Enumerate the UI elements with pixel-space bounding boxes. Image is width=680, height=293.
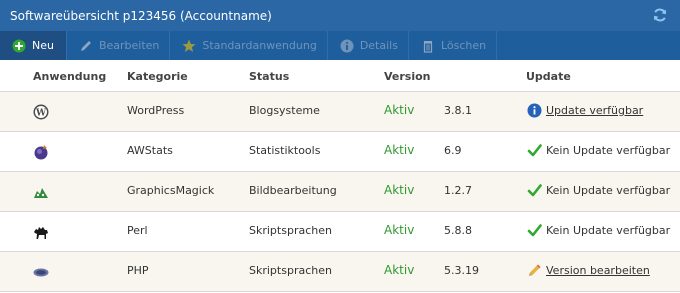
app-category: Statistiktools [249,144,321,157]
table-row[interactable]: Perl Skriptsprachen Aktiv 5.8.8 Kein Upd… [0,212,680,252]
php-icon [33,268,49,277]
graphicsmagick-icon [34,188,48,198]
details-label: Details [359,39,398,52]
update-cell: Version bearbeiten [527,263,650,278]
wordpress-icon: W [33,104,49,120]
details-button[interactable]: Details [328,31,409,60]
table-row[interactable]: PHP Skriptsprachen Aktiv 5.3.19 Version … [0,252,680,292]
header-status[interactable]: Status [249,70,289,83]
status-active: Aktiv [384,223,415,237]
app-name: WordPress [127,104,185,117]
default-app-label: Standardanwendung [202,39,317,52]
app-category: Skriptsprachen [249,224,332,237]
info-icon [340,39,354,52]
app-name: GraphicsMagick [127,184,215,197]
toolbar: Neu Bearbeiten Standardanwendung Details… [0,31,680,60]
window-titlebar: Softwareübersicht p123456 (Accountname) [0,0,680,31]
new-button[interactable]: Neu [0,31,67,60]
plus-icon [12,39,26,52]
update-available-link[interactable]: Update verfügbar [546,104,643,117]
edit-label: Bearbeiten [98,39,160,52]
table-header: Anwendung Kategorie Status Version Updat… [0,60,680,92]
no-update-text: Kein Update verfügbar [546,224,671,237]
star-icon [182,39,196,52]
table-row[interactable]: AWStats Statistiktools Aktiv 6.9 Kein Up… [0,132,680,172]
update-cell: Update verfügbar [527,103,643,118]
trash-icon [423,40,433,53]
status-active: Aktiv [384,103,415,117]
status-active: Aktiv [384,263,415,277]
app-version: 3.8.1 [444,104,472,117]
update-cell: Kein Update verfügbar [527,223,670,238]
app-name: Perl [127,224,148,237]
header-category[interactable]: Kategorie [127,70,188,83]
checkmark-icon [527,184,542,197]
header-update[interactable]: Update [526,70,571,83]
app-name: PHP [127,264,149,277]
app-version: 6.9 [444,144,462,157]
no-update-text: Kein Update verfügbar [546,184,671,197]
edit-button[interactable]: Bearbeiten [67,31,171,60]
app-version: 5.3.19 [444,264,479,277]
checkmark-icon [527,144,542,157]
update-cell: Kein Update verfügbar [527,143,670,158]
status-active: Aktiv [384,143,415,157]
delete-button[interactable]: Löschen [409,31,498,60]
app-name: AWStats [127,144,173,157]
app-category: Bildbearbeitung [249,184,337,197]
default-app-button[interactable]: Standardanwendung [170,31,328,60]
delete-label: Löschen [440,39,487,52]
no-update-text: Kein Update verfügbar [546,144,671,157]
info-icon [527,103,542,118]
app-category: Blogsysteme [249,104,320,117]
refresh-icon[interactable] [652,7,668,23]
awstats-icon [34,145,48,160]
table-row[interactable]: W WordPress Blogsysteme Aktiv 3.8.1 Upda… [0,92,680,132]
pencil-icon [80,40,91,51]
app-category: Skriptsprachen [249,264,332,277]
edit-version-link[interactable]: Version bearbeiten [546,264,650,277]
status-active: Aktiv [384,183,415,197]
header-app[interactable]: Anwendung [33,70,106,83]
update-cell: Kein Update verfügbar [527,183,670,198]
checkmark-icon [527,224,542,237]
table-row[interactable]: GraphicsMagick Bildbearbeitung Aktiv 1.2… [0,172,680,212]
perl-camel-icon [34,227,48,239]
new-label: Neu [32,39,54,52]
app-version: 1.2.7 [444,184,472,197]
window-title: Softwareübersicht p123456 (Accountname) [10,8,272,23]
svg-text:W: W [35,109,47,119]
app-version: 5.8.8 [444,224,472,237]
pencil-icon [529,264,541,276]
header-version[interactable]: Version [384,70,431,83]
